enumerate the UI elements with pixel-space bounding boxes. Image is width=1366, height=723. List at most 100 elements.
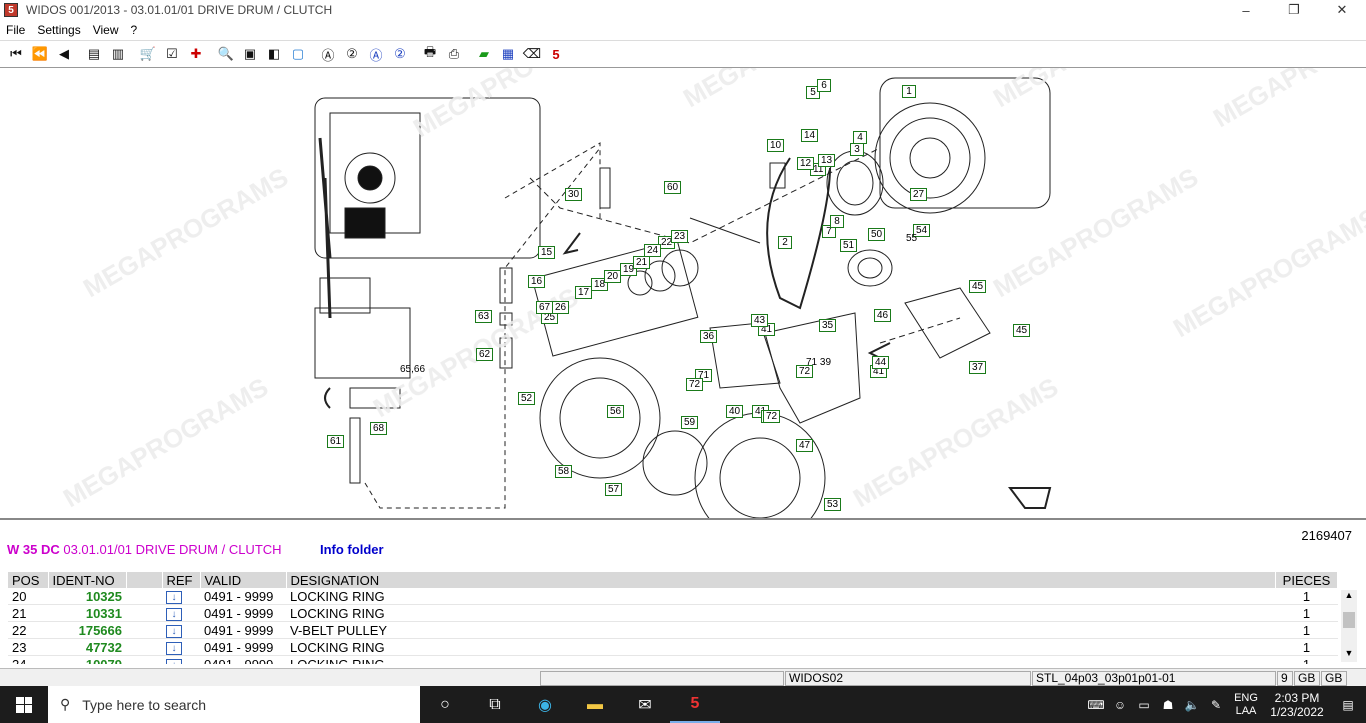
add-red-cross-icon[interactable]: ✚ <box>186 44 206 64</box>
cart-icon[interactable]: 🛒 <box>138 44 158 64</box>
cell-ident[interactable]: 175666 <box>48 621 126 639</box>
cell-ref[interactable]: ↓ <box>162 638 200 656</box>
people-icon[interactable]: ☺ <box>1108 698 1132 712</box>
part-callout[interactable]: 43 <box>751 314 769 327</box>
menu-file[interactable]: File <box>0 23 31 37</box>
cell-ident[interactable]: 10331 <box>48 604 126 622</box>
part-callout[interactable]: 24 <box>644 244 662 257</box>
text-2-active-icon[interactable]: ② <box>390 44 410 64</box>
text-2-icon[interactable]: ② <box>342 44 362 64</box>
part-callout[interactable]: 17 <box>575 286 593 299</box>
part-callout[interactable]: 61 <box>327 435 345 448</box>
part-callout[interactable]: 47 <box>796 439 814 452</box>
text-a-active-icon[interactable]: Ⓐ <box>366 44 386 64</box>
task-view-icon[interactable]: ⧉ <box>470 686 520 723</box>
table-row[interactable]: 21 10331 ↓ 0491 - 9999 LOCKING RING 1 <box>8 604 1338 622</box>
widos-icon[interactable]: 5 <box>670 686 720 723</box>
pen-icon[interactable]: ✎ <box>1204 698 1228 712</box>
fit-page-icon[interactable]: ▣ <box>240 44 260 64</box>
part-callout[interactable]: 67 <box>536 301 554 314</box>
back-document-icon[interactable]: ▤ <box>84 44 104 64</box>
frame-icon[interactable]: ▢ <box>288 44 308 64</box>
part-callout[interactable]: 51 <box>840 239 858 252</box>
ref-arrow-icon[interactable]: ↓ <box>166 591 182 604</box>
part-callout[interactable]: 52 <box>518 392 536 405</box>
battery-icon[interactable]: ▭ <box>1132 698 1156 712</box>
part-callout[interactable]: 44 <box>872 356 890 369</box>
zoom-icon[interactable]: 🔍 <box>216 44 236 64</box>
cell-ident[interactable]: 10325 <box>48 588 126 605</box>
part-callout[interactable]: 57 <box>605 483 623 496</box>
previous-icon[interactable]: ◀ <box>54 44 74 64</box>
part-callout[interactable]: 56 <box>607 405 625 418</box>
close-button[interactable]: ✕ <box>1318 0 1366 20</box>
part-callout[interactable]: 16 <box>528 275 546 288</box>
part-callout[interactable]: 30 <box>565 188 583 201</box>
ref-arrow-icon[interactable]: ↓ <box>166 642 182 655</box>
volume-icon[interactable]: 🔈 <box>1180 698 1204 712</box>
table-row[interactable]: 2410079 ↓ 0491 - 9999LOCKING RING1 <box>8 655 1338 664</box>
part-callout[interactable]: 72 <box>686 378 704 391</box>
previous-fast-icon[interactable]: ⏪ <box>30 44 50 64</box>
part-callout[interactable]: 59 <box>681 416 699 429</box>
col-pieces[interactable]: PIECES <box>1275 572 1338 588</box>
part-callout[interactable]: 14 <box>801 129 819 142</box>
green-book-icon[interactable]: ▰ <box>474 44 494 64</box>
info-folder-link[interactable]: Info folder <box>320 542 384 557</box>
part-callout[interactable]: 15 <box>538 246 556 259</box>
start-button[interactable] <box>0 686 48 723</box>
mail-icon[interactable]: ✉ <box>620 686 670 723</box>
blue-grid-icon[interactable]: ▦ <box>498 44 518 64</box>
cell-ref[interactable]: ↓ <box>162 655 200 664</box>
file-explorer-icon[interactable]: ▬ <box>570 686 620 723</box>
col-ref[interactable]: REF <box>162 572 201 588</box>
checklist-icon[interactable]: ☑ <box>162 44 182 64</box>
part-callout[interactable]: 3 <box>850 143 864 156</box>
eraser-icon[interactable]: ⌫ <box>522 44 542 64</box>
part-callout[interactable]: 40 <box>726 405 744 418</box>
table-row[interactable]: 20 10325 ↓ 0491 - 9999 LOCKING RING 1 <box>8 588 1338 605</box>
fit-width-icon[interactable]: ◧ <box>264 44 284 64</box>
language-indicator[interactable]: ENG LAA <box>1228 692 1264 718</box>
part-callout[interactable]: 45 <box>1013 324 1031 337</box>
part-callout[interactable]: 26 <box>552 301 570 314</box>
part-callout[interactable]: 35 <box>819 319 837 332</box>
part-callout[interactable]: 12 <box>797 157 815 170</box>
text-a-icon[interactable]: Ⓐ <box>318 44 338 64</box>
taskbar-search[interactable]: ⚲ Type here to search <box>48 686 420 723</box>
print-icon[interactable]: 🖶 <box>420 44 440 64</box>
col-ident[interactable]: IDENT-NO <box>48 572 127 588</box>
menu-settings[interactable]: Settings <box>31 23 86 37</box>
part-callout[interactable]: 36 <box>700 330 718 343</box>
part-callout[interactable]: 20 <box>604 270 622 283</box>
part-callout[interactable]: 23 <box>671 230 689 243</box>
part-callout[interactable]: 58 <box>555 465 573 478</box>
part-callout[interactable]: 62 <box>476 348 494 361</box>
part-callout[interactable]: 60 <box>664 181 682 194</box>
cortana-icon[interactable]: ○ <box>420 686 470 723</box>
part-callout[interactable]: 68 <box>370 422 388 435</box>
first-page-icon[interactable]: ⏮ <box>6 44 26 64</box>
part-callout[interactable]: 8 <box>830 215 844 228</box>
part-callout[interactable]: 45 <box>969 280 987 293</box>
scroll-up-button[interactable]: ▲ <box>1341 590 1357 604</box>
part-callout[interactable]: 4 <box>853 131 867 144</box>
exploded-drawing[interactable]: MEGAPROGRAMS MEGAPROGRAMS MEGAPROGRAMS M… <box>0 68 1366 520</box>
part-callout[interactable]: 10 <box>767 139 785 152</box>
part-callout[interactable]: 46 <box>874 309 892 322</box>
menu-help[interactable]: ? <box>125 23 144 37</box>
keyboard-icon[interactable]: ⌨ <box>1084 698 1108 712</box>
restore-button[interactable]: ❐ <box>1270 0 1318 20</box>
table-scrollbar[interactable]: ▲ ▼ <box>1341 590 1357 662</box>
table-row[interactable]: 23 47732 ↓ 0491 - 9999 LOCKING RING 1 <box>8 638 1338 656</box>
part-callout[interactable]: 1 <box>902 85 916 98</box>
table-row[interactable]: 22 175666 ↓ 0491 - 9999 V-BELT PULLEY 1 <box>8 621 1338 639</box>
scroll-down-button[interactable]: ▼ <box>1341 648 1357 662</box>
notifications-icon[interactable]: ▤ <box>1330 698 1366 712</box>
part-callout[interactable]: 13 <box>818 154 836 167</box>
cell-ident[interactable]: 10079 <box>48 655 126 664</box>
col-valid[interactable]: VALID <box>200 572 287 588</box>
cell-ident[interactable]: 47732 <box>48 638 126 656</box>
ref-arrow-icon[interactable]: ↓ <box>166 625 182 638</box>
part-callout[interactable]: 37 <box>969 361 987 374</box>
